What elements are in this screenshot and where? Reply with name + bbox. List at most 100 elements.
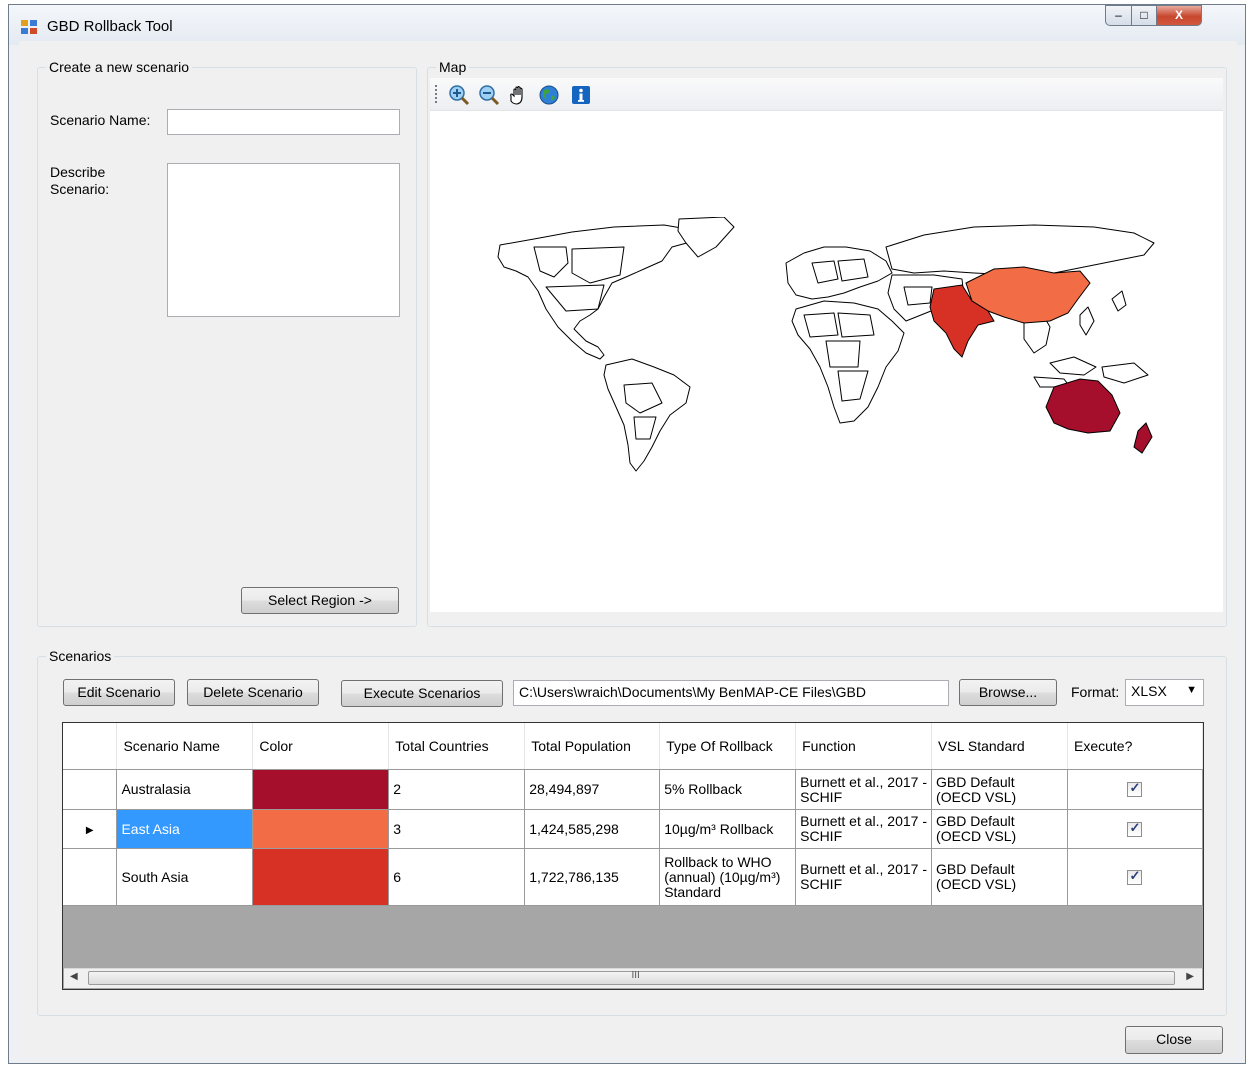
create-scenario-legend: Create a new scenario [46, 59, 193, 75]
pan-hand-icon[interactable] [508, 84, 530, 106]
describe-scenario-textarea[interactable] [167, 163, 400, 317]
cell-type-of-rollback[interactable]: 10µg/m³ Rollback [659, 809, 797, 849]
row-header[interactable] [63, 769, 118, 810]
north-america-landmass [497, 224, 700, 360]
scenario-name-input[interactable] [167, 109, 400, 135]
cell-scenario-name[interactable]: East Asia [116, 809, 254, 849]
cell-execute[interactable] [1067, 809, 1203, 849]
scenarios-table: Scenario Name Color Total Countries Tota… [63, 723, 1203, 906]
toolbar-grip[interactable] [435, 85, 437, 103]
execute-checkbox[interactable] [1127, 868, 1143, 885]
scroll-left-icon[interactable]: ◀ [70, 971, 78, 982]
column-header-execute[interactable]: Execute? [1067, 723, 1203, 770]
zoom-out-icon[interactable] [478, 84, 500, 106]
format-select-value: XLSX [1131, 683, 1167, 699]
map-legend: Map [436, 59, 470, 75]
row-header[interactable] [63, 848, 118, 906]
cell-scenario-name[interactable]: South Asia [116, 848, 254, 906]
grid-header-row: Scenario Name Color Total Countries Tota… [63, 723, 1203, 770]
output-path-input[interactable]: C:\Users\wraich\Documents\My BenMAP-CE F… [513, 680, 949, 706]
table-row[interactable]: South Asia 6 1,722,786,135 Rollback to W… [63, 848, 1203, 906]
create-scenario-group: Create a new scenario Scenario Name: Des… [37, 59, 417, 627]
minimize-icon: – [1115, 8, 1122, 22]
cell-total-countries[interactable]: 3 [388, 809, 526, 849]
scenarios-legend: Scenarios [46, 648, 115, 664]
column-header-vsl-standard[interactable]: VSL Standard [931, 723, 1068, 770]
cell-total-countries[interactable]: 2 [388, 769, 526, 810]
cell-color-swatch[interactable] [252, 809, 390, 849]
cell-color-swatch[interactable] [252, 848, 390, 906]
table-row[interactable]: ▶ East Asia 3 1,424,585,298 10µg/m³ Roll… [63, 809, 1203, 849]
cell-function[interactable]: Burnett et al., 2017 - SCHIF [795, 848, 933, 906]
cell-total-population[interactable]: 28,494,897 [524, 769, 661, 810]
minimize-button[interactable]: – [1105, 5, 1132, 26]
cell-vsl-standard[interactable]: GBD Default (OECD VSL) [931, 848, 1068, 906]
column-header-type-of-rollback[interactable]: Type Of Rollback [659, 723, 797, 770]
format-select[interactable]: XLSX ▼ [1125, 679, 1204, 706]
new-zealand-region [1133, 422, 1153, 454]
current-row-arrow-icon: ▶ [85, 824, 94, 836]
window-title: GBD Rollback Tool [47, 18, 173, 35]
world-map[interactable] [494, 217, 1164, 479]
cell-color-swatch[interactable] [252, 769, 390, 810]
cell-execute[interactable] [1067, 848, 1203, 906]
cell-function[interactable]: Burnett et al., 2017 - SCHIF [795, 809, 933, 849]
close-icon: X [1174, 8, 1183, 22]
map-panel[interactable] [430, 78, 1223, 612]
map-toolbar [430, 78, 1223, 111]
greenland-landmass [677, 217, 735, 258]
scrollbar-thumb[interactable]: III [88, 970, 1175, 985]
cell-vsl-standard[interactable]: GBD Default (OECD VSL) [931, 769, 1068, 810]
describe-scenario-label-line1: Describe [50, 164, 106, 180]
browse-button[interactable]: Browse... [959, 679, 1057, 706]
cell-function[interactable]: Burnett et al., 2017 - SCHIF [795, 769, 933, 810]
cell-total-countries[interactable]: 6 [388, 848, 526, 906]
execute-scenarios-button[interactable]: Execute Scenarios [341, 680, 503, 707]
cell-vsl-standard[interactable]: GBD Default (OECD VSL) [931, 809, 1068, 849]
format-label: Format: [1071, 684, 1120, 700]
scroll-grip: III [631, 970, 640, 981]
info-icon[interactable] [570, 84, 592, 106]
edit-scenario-button[interactable]: Edit Scenario [63, 679, 175, 706]
cell-total-population[interactable]: 1,722,786,135 [524, 848, 661, 906]
close-button[interactable]: Close [1125, 1026, 1223, 1054]
australasia-region [1045, 378, 1121, 434]
scenarios-grid: Scenario Name Color Total Countries Tota… [62, 722, 1204, 990]
africa-landmass [791, 300, 905, 424]
execute-checkbox[interactable] [1127, 820, 1143, 837]
select-region-button[interactable]: Select Region -> [241, 587, 399, 614]
app-icon [21, 20, 37, 34]
maximize-icon: □ [1140, 8, 1148, 22]
cell-total-population[interactable]: 1,424,585,298 [524, 809, 661, 849]
maximize-button[interactable]: □ [1131, 5, 1157, 26]
row-header[interactable]: ▶ [63, 809, 118, 849]
column-header-scenario-name[interactable]: Scenario Name [116, 723, 254, 770]
map-group: Map [427, 59, 1227, 627]
cell-execute[interactable] [1067, 769, 1203, 810]
cell-type-of-rollback[interactable]: 5% Rollback [659, 769, 797, 810]
app-window: GBD Rollback Tool – □ X Create a new sce… [8, 4, 1246, 1064]
scenario-name-label: Scenario Name: [50, 112, 151, 128]
column-header-function[interactable]: Function [795, 723, 933, 770]
row-header-corner [63, 723, 118, 770]
horizontal-scrollbar[interactable]: ◀ III ▶ [64, 968, 1202, 988]
delete-scenario-button[interactable]: Delete Scenario [187, 679, 319, 706]
cell-type-of-rollback[interactable]: Rollback to WHO (annual) (10µg/m³) Stand… [659, 848, 797, 906]
execute-checkbox[interactable] [1127, 780, 1143, 798]
window-client-area: Create a new scenario Scenario Name: Des… [19, 41, 1237, 1057]
describe-scenario-label-line2: Scenario: [50, 181, 110, 197]
full-extent-globe-icon[interactable] [538, 84, 560, 106]
zoom-in-icon[interactable] [448, 84, 470, 106]
south-america-landmass [603, 358, 691, 472]
column-header-color[interactable]: Color [252, 723, 390, 770]
chevron-down-icon: ▼ [1186, 684, 1197, 696]
column-header-total-countries[interactable]: Total Countries [388, 723, 526, 770]
europe-landmass [785, 246, 893, 300]
close-window-button[interactable]: X [1156, 5, 1202, 26]
title-bar[interactable]: GBD Rollback Tool – □ X [9, 5, 1245, 45]
scroll-right-icon[interactable]: ▶ [1186, 971, 1194, 982]
column-header-total-population[interactable]: Total Population [524, 723, 661, 770]
cell-scenario-name[interactable]: Australasia [116, 769, 254, 810]
scenarios-group: Scenarios Edit Scenario Delete Scenario … [37, 648, 1227, 1016]
table-row[interactable]: Australasia 2 28,494,897 5% Rollback Bur… [63, 769, 1203, 810]
